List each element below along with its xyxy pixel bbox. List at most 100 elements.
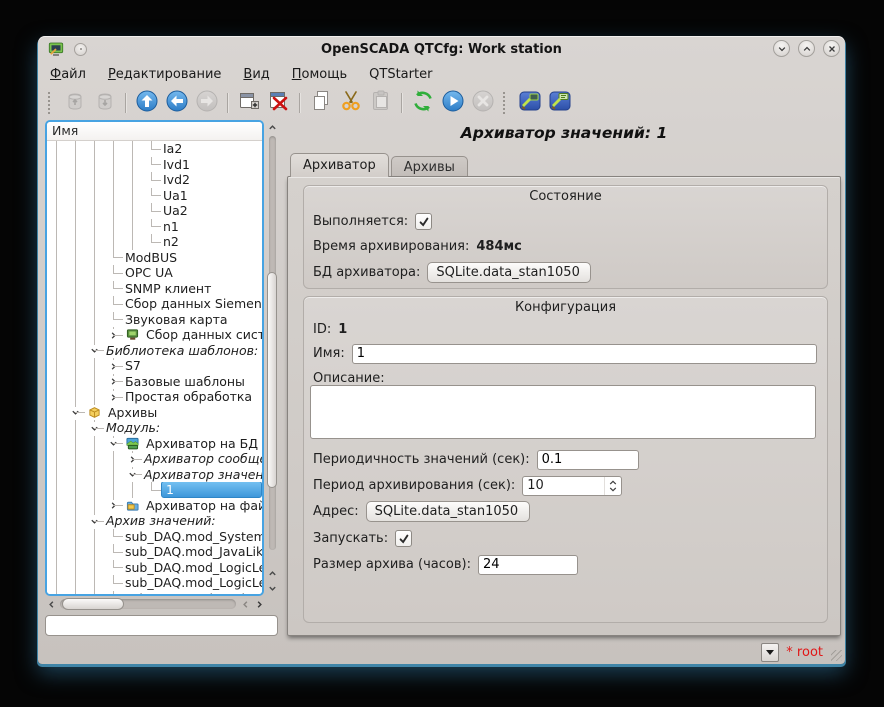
scroll-left-button[interactable] xyxy=(45,597,58,611)
resize-grip[interactable] xyxy=(831,650,842,661)
load-button[interactable] xyxy=(62,90,88,116)
tree-item[interactable]: Звуковая карта xyxy=(47,312,262,328)
tree-item[interactable]: Архиватор сообще xyxy=(47,451,262,467)
arch-period-spinbox[interactable]: 10 xyxy=(522,476,622,496)
tree-item[interactable]: Библиотека шаблонов: xyxy=(47,343,262,359)
scroll-down-button[interactable] xyxy=(266,581,279,595)
delete-item-button[interactable] xyxy=(266,90,292,116)
name-input[interactable] xyxy=(352,344,817,364)
tree-item[interactable]: Архиватор на файл xyxy=(47,498,262,514)
close-button[interactable] xyxy=(823,40,840,57)
tree-item[interactable]: Ivd1 xyxy=(47,157,262,173)
titlebar[interactable]: OpenSCADA QTCfg: Work station xyxy=(38,36,845,62)
tree-item[interactable]: Архиватор значени xyxy=(47,467,262,483)
expander-collapsed-icon[interactable] xyxy=(107,391,119,403)
stop-button[interactable] xyxy=(470,90,496,116)
tree-viewport[interactable]: Ia2Ivd1Ivd2Ua1Ua2n1n2ModBUSOPC UASNMP кл… xyxy=(47,141,262,595)
tree-item[interactable]: S7 xyxy=(47,358,262,374)
description-textarea[interactable] xyxy=(310,385,816,439)
tree-item[interactable]: sub_DAQ.mod_LogicLev xyxy=(47,575,262,591)
maximize-button[interactable] xyxy=(798,40,815,57)
tree-guide-line xyxy=(47,560,66,576)
expander-open-icon[interactable] xyxy=(88,345,100,357)
tree-item[interactable]: Ua2 xyxy=(47,203,262,219)
expander-open-icon[interactable] xyxy=(126,469,138,481)
up-button[interactable] xyxy=(134,90,160,116)
expander-collapsed-icon[interactable] xyxy=(126,453,138,465)
status-dropdown-button[interactable] xyxy=(761,643,779,662)
tree-horizontal-scrollbar[interactable] xyxy=(45,597,267,611)
menu-item-1[interactable]: Файл xyxy=(50,67,86,82)
copy-button[interactable] xyxy=(308,90,334,116)
menu-item-2[interactable]: Редактирование xyxy=(108,67,221,82)
toolbar-drag-handle[interactable] xyxy=(48,92,55,114)
paste-button[interactable] xyxy=(368,90,394,116)
tree-item[interactable]: Базовые шаблоны xyxy=(47,374,262,390)
check-icon xyxy=(398,533,410,545)
expander-open-icon[interactable] xyxy=(107,438,119,450)
address-combobox[interactable]: SQLite.data_stan1050 xyxy=(366,501,530,522)
scroll-up-button[interactable] xyxy=(266,120,279,134)
menu-item-4[interactable]: Помощь xyxy=(292,67,347,82)
tree-guide-line xyxy=(104,157,123,173)
expander-collapsed-icon[interactable] xyxy=(107,376,119,388)
qtstarter-run-button[interactable] xyxy=(547,90,573,116)
tree-item[interactable]: 1 xyxy=(47,482,262,498)
tree-item[interactable]: Архив значений: xyxy=(47,513,262,529)
cut-button[interactable] xyxy=(338,90,364,116)
tree-item[interactable]: n1 xyxy=(47,219,262,235)
expander-open-icon[interactable] xyxy=(88,422,100,434)
running-checkbox[interactable] xyxy=(415,213,432,230)
menu-item-3[interactable]: Вид xyxy=(243,67,269,82)
tree-item[interactable]: sub_DAQ.mod_LogicLev xyxy=(47,560,262,576)
archive-size-input[interactable] xyxy=(478,555,578,575)
expander-open-icon[interactable] xyxy=(69,407,81,419)
tree-item[interactable]: SNMP клиент xyxy=(47,281,262,297)
expander-collapsed-icon[interactable] xyxy=(107,329,119,341)
add-item-button[interactable] xyxy=(236,90,262,116)
tree-item[interactable]: Сбор данных систе xyxy=(47,327,262,343)
archiver-db-combobox[interactable]: SQLite.data_stan1050 xyxy=(427,262,591,283)
minimize-button[interactable] xyxy=(773,40,790,57)
tree-item[interactable]: Сбор данных Siemens xyxy=(47,296,262,312)
tree-filter-input[interactable] xyxy=(45,615,278,636)
tree-item[interactable]: n2 xyxy=(47,234,262,250)
tab-archives[interactable]: Архивы xyxy=(391,156,468,177)
scroll-up-button-2[interactable] xyxy=(266,566,279,580)
tree-item[interactable]: Ia2 xyxy=(47,141,262,157)
tree-item[interactable]: Простая обработка xyxy=(47,389,262,405)
tree-item[interactable]: sub_DAQ.mod_System.c xyxy=(47,529,262,545)
qtstarter-conf-button[interactable] xyxy=(517,90,543,116)
tree-item[interactable]: Модуль: xyxy=(47,420,262,436)
expander-open-icon[interactable] xyxy=(88,515,100,527)
start-button[interactable] xyxy=(440,90,466,116)
scrollbar-handle[interactable] xyxy=(62,598,124,610)
refresh-button[interactable] xyxy=(410,90,436,116)
period-input[interactable] xyxy=(537,450,639,470)
toolbar-drag-handle[interactable] xyxy=(503,92,510,114)
expander-collapsed-icon[interactable] xyxy=(107,500,119,512)
navigation-tree[interactable]: Имя Ia2Ivd1Ivd2Ua1Ua2n1n2ModBUSOPC UASNM… xyxy=(45,120,264,596)
start-checkbox[interactable] xyxy=(395,530,412,547)
tree-item[interactable]: Архивы xyxy=(47,405,262,421)
back-button[interactable] xyxy=(164,90,190,116)
menu-item-5[interactable]: QTStarter xyxy=(369,67,432,82)
save-button[interactable] xyxy=(92,90,118,116)
scroll-left-button-2[interactable] xyxy=(239,597,252,611)
tab-archivator[interactable]: Архиватор xyxy=(290,153,389,177)
tree-item[interactable]: sub_DAQ.mod_LogicLev xyxy=(47,591,262,596)
expander-collapsed-icon[interactable] xyxy=(107,360,119,372)
scroll-right-button[interactable] xyxy=(253,597,266,611)
tree-vertical-scrollbar[interactable] xyxy=(266,120,279,596)
forward-button[interactable] xyxy=(194,90,220,116)
tree-item[interactable]: ModBUS xyxy=(47,250,262,266)
spin-up-icon[interactable] xyxy=(609,480,617,485)
tree-item[interactable]: Ua1 xyxy=(47,188,262,204)
tree-item[interactable]: OPC UA xyxy=(47,265,262,281)
tree-item[interactable]: Ivd2 xyxy=(47,172,262,188)
tree-item[interactable]: sub_DAQ.mod_JavaLike xyxy=(47,544,262,560)
tree-branch-connector xyxy=(104,250,123,266)
scrollbar-handle[interactable] xyxy=(267,272,277,488)
tree-item[interactable]: Архиватор на БД xyxy=(47,436,262,452)
spin-down-icon[interactable] xyxy=(609,487,617,492)
